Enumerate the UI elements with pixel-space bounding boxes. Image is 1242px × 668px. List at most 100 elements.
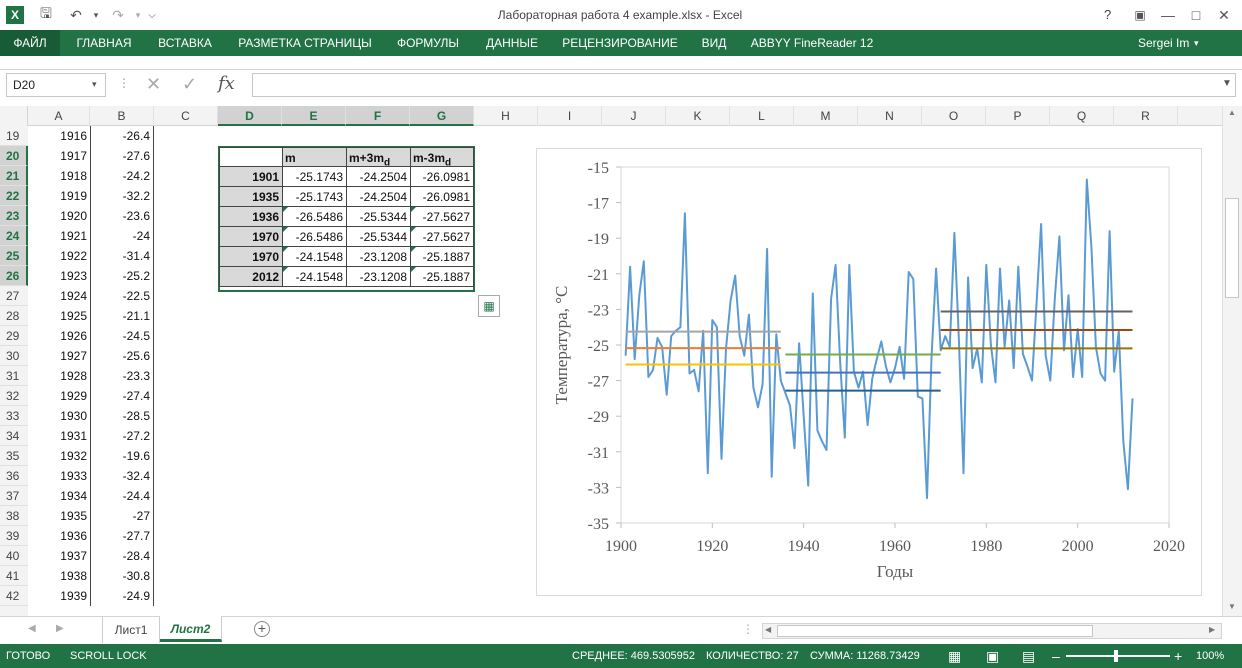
zoom-level[interactable]: 100% (1196, 644, 1224, 668)
table-mminus-cell[interactable]: -25.1887 (411, 267, 474, 287)
row-header[interactable]: 36 (0, 466, 28, 486)
table-year-cell[interactable]: 2012 (219, 267, 283, 287)
cell-temperature[interactable]: -24.4 (90, 486, 154, 506)
column-header[interactable]: I (538, 106, 602, 126)
undo-dropdown-icon[interactable]: ▾ (86, 5, 106, 25)
cell-year[interactable]: 1931 (28, 426, 90, 446)
row-header[interactable]: 39 (0, 526, 28, 546)
cell-temperature[interactable]: -28.4 (90, 546, 154, 566)
name-box-dropdown-icon[interactable]: ▾ (92, 79, 97, 90)
minimize-icon[interactable]: — (1158, 5, 1178, 25)
tab-splitter[interactable]: ⋮ (742, 622, 754, 636)
tab-file[interactable]: ФАЙЛ (0, 30, 60, 56)
row-header[interactable]: 20 (0, 146, 28, 166)
cell-year[interactable]: 1928 (28, 366, 90, 386)
table-header-mminus[interactable]: m-3md (411, 147, 474, 168)
table-mminus-cell[interactable]: -25.1887 (411, 247, 474, 267)
cell-year[interactable]: 1918 (28, 166, 90, 186)
cell-temperature[interactable]: -24.9 (90, 586, 154, 606)
table-mminus-cell[interactable]: -26.0981 (411, 187, 474, 207)
row-header[interactable]: 38 (0, 506, 28, 526)
page-break-view-icon[interactable]: ▤ (1022, 644, 1035, 668)
chart-area[interactable]: -15 -17 -19 -21 -23 -25 -27 -29 -31 -33 -35 1900 192… (536, 148, 1202, 596)
cell-temperature[interactable]: -21.1 (90, 306, 154, 326)
sheet-tab-1[interactable]: Лист1 (102, 617, 160, 643)
expand-formula-icon[interactable]: ▼ (1222, 78, 1232, 89)
table-mplus-cell[interactable]: -23.1208 (347, 267, 411, 287)
table-mplus-cell[interactable]: -24.2504 (347, 187, 411, 207)
cell-year[interactable]: 1926 (28, 326, 90, 346)
table-m-cell[interactable]: -25.1743 (283, 167, 347, 187)
column-header[interactable]: P (986, 106, 1050, 126)
cell-temperature[interactable]: -27.2 (90, 426, 154, 446)
row-header[interactable]: 24 (0, 226, 28, 246)
cell-year[interactable]: 1927 (28, 346, 90, 366)
tab-page-layout[interactable]: РАЗМЕТКА СТРАНИЦЫ (232, 30, 378, 56)
vertical-scroll-thumb[interactable] (1225, 198, 1239, 298)
close-icon[interactable]: ✕ (1214, 5, 1234, 25)
worksheet-grid[interactable]: 1916 -26.4 1917 -27.6 1918 -24.2 1919 -32.2 1920… (28, 126, 1222, 616)
zoom-out-icon[interactable]: – (1052, 644, 1060, 668)
cell-year[interactable]: 1936 (28, 526, 90, 546)
column-header[interactable]: F (346, 106, 410, 126)
cell-temperature[interactable]: -26.4 (90, 126, 154, 146)
row-header[interactable]: 33 (0, 406, 28, 426)
enter-icon[interactable]: ✓ (182, 74, 197, 95)
quick-analysis-icon[interactable]: ▦ (478, 295, 500, 317)
cell-temperature[interactable]: -25.6 (90, 346, 154, 366)
cell-year[interactable]: 1932 (28, 446, 90, 466)
table-m-cell[interactable]: -24.1548 (283, 247, 347, 267)
cell-temperature[interactable]: -32.2 (90, 186, 154, 206)
column-header[interactable]: M (794, 106, 858, 126)
tab-abbyy[interactable]: ABBYY FineReader 12 (748, 30, 876, 56)
zoom-slider-thumb[interactable] (1114, 650, 1118, 662)
column-header[interactable]: Q (1050, 106, 1114, 126)
status-average[interactable]: СРЕДНЕЕ: 469.5305952 (572, 644, 695, 668)
row-header[interactable]: 30 (0, 346, 28, 366)
table-mplus-cell[interactable]: -23.1208 (347, 247, 411, 267)
cell-temperature[interactable]: -24 (90, 226, 154, 246)
page-layout-view-icon[interactable]: ▣ (986, 644, 999, 668)
row-header[interactable]: 40 (0, 546, 28, 566)
cell-year[interactable]: 1929 (28, 386, 90, 406)
table-m-cell[interactable]: -24.1548 (283, 267, 347, 287)
row-header[interactable]: 21 (0, 166, 28, 186)
cell-year[interactable]: 1935 (28, 506, 90, 526)
tab-formulas[interactable]: ФОРМУЛЫ (390, 30, 466, 56)
customize-toolbar-icon[interactable]: ⌵ (142, 5, 162, 25)
next-sheet-icon[interactable]: ▶ (56, 623, 64, 634)
cell-year[interactable]: 1922 (28, 246, 90, 266)
cell-temperature[interactable]: -30.8 (90, 566, 154, 586)
cell-temperature[interactable]: -23.3 (90, 366, 154, 386)
table-mminus-cell[interactable]: -27.5627 (411, 227, 474, 247)
vertical-scrollbar[interactable]: ▲ ▼ (1222, 106, 1242, 616)
tab-insert[interactable]: ВСТАВКА (150, 30, 220, 56)
insert-function-button[interactable]: fx (218, 73, 235, 94)
cell-temperature[interactable]: -27.6 (90, 146, 154, 166)
cell-temperature[interactable]: -27.4 (90, 386, 154, 406)
table-mminus-cell[interactable]: -27.5627 (411, 207, 474, 227)
user-dropdown-icon[interactable]: ▾ (1194, 38, 1199, 49)
table-m-cell[interactable]: -26.5486 (283, 227, 347, 247)
status-count[interactable]: КОЛИЧЕСТВО: 27 (706, 644, 799, 668)
row-header[interactable]: 37 (0, 486, 28, 506)
cell-temperature[interactable]: -27 (90, 506, 154, 526)
cell-temperature[interactable]: -28.5 (90, 406, 154, 426)
cell-year[interactable]: 1934 (28, 486, 90, 506)
table-year-cell[interactable]: 1935 (219, 187, 283, 207)
scroll-up-icon[interactable]: ▲ (1228, 108, 1236, 117)
normal-view-icon[interactable]: ▦ (948, 644, 961, 668)
row-header[interactable]: 31 (0, 366, 28, 386)
column-header[interactable]: L (730, 106, 794, 126)
cell-year[interactable]: 1937 (28, 546, 90, 566)
cell-temperature[interactable]: -32.4 (90, 466, 154, 486)
cell-temperature[interactable]: -24.5 (90, 326, 154, 346)
cell-year[interactable]: 1917 (28, 146, 90, 166)
column-header[interactable]: A (28, 106, 90, 126)
ribbon-display-icon[interactable]: ▣ (1130, 5, 1150, 25)
column-header[interactable]: K (666, 106, 730, 126)
table-m-cell[interactable]: -26.5486 (283, 207, 347, 227)
row-header[interactable]: 41 (0, 566, 28, 586)
row-header[interactable]: 29 (0, 326, 28, 346)
formula-input[interactable] (252, 73, 1236, 97)
